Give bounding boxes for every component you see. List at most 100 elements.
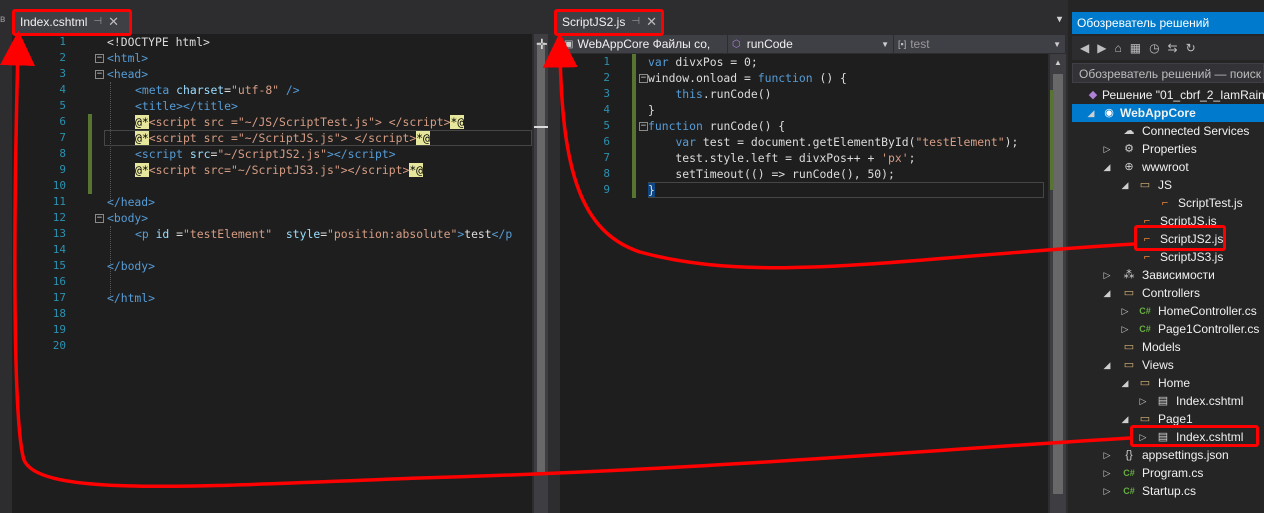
code-line: setTimeout(() => runCode(), 50); bbox=[648, 167, 895, 181]
expand-toggle-icon[interactable]: ◢ bbox=[1120, 176, 1130, 194]
tree-item-homecontroller[interactable]: ▷ C# HomeController.cs bbox=[1072, 302, 1264, 320]
chevron-down-icon: ▼ bbox=[1053, 39, 1061, 49]
expand-toggle-icon[interactable]: ◢ bbox=[1120, 410, 1130, 428]
tree-item-wwwroot[interactable]: ◢ ⊕ wwwroot bbox=[1072, 158, 1264, 176]
folder-icon: ▭ bbox=[1123, 287, 1135, 299]
tree-item-page1controller[interactable]: ▷ C# Page1Controller.cs bbox=[1072, 320, 1264, 338]
history-icon[interactable]: ◷ bbox=[1149, 41, 1159, 55]
right-scrollbar[interactable]: ▲ bbox=[1050, 54, 1066, 513]
tree-item-solution[interactable]: ◆ Решение "01_cbrf_2_IamRain_ bbox=[1072, 86, 1264, 104]
csharp-file-icon: C# bbox=[1123, 468, 1135, 478]
method-dropdown-label: runCode bbox=[746, 37, 793, 51]
expand-toggle-icon[interactable]: ▷ bbox=[1102, 482, 1112, 500]
solution-search-input[interactable]: Обозреватель решений — поиск bbox=[1072, 63, 1264, 83]
line-number: 5 bbox=[59, 99, 66, 112]
expand-toggle-icon[interactable]: ◢ bbox=[1102, 356, 1112, 374]
tree-item-js-folder[interactable]: ◢ ▭ JS bbox=[1072, 176, 1264, 194]
expand-toggle-icon[interactable]: ◢ bbox=[1086, 104, 1096, 122]
code-line: var test = document.getElementById("test… bbox=[675, 135, 1019, 149]
tree-item-label: Home bbox=[1158, 376, 1191, 390]
expand-toggle-icon[interactable]: ▷ bbox=[1102, 464, 1112, 482]
tree-item-startup[interactable]: ▷ C# Startup.cs bbox=[1072, 482, 1264, 500]
fold-toggle-icon[interactable]: − bbox=[639, 74, 648, 83]
split-add-icon[interactable]: ✛ bbox=[536, 36, 548, 53]
left-tab-stub: в bbox=[0, 10, 12, 33]
expand-toggle-icon[interactable]: ▷ bbox=[1138, 392, 1148, 410]
left-code-editor[interactable]: 1 2 3 4 5 6 7 8 9 10 11 12 13 14 15 16 1… bbox=[12, 34, 532, 513]
scrollbar-thumb[interactable] bbox=[537, 42, 545, 472]
line-number: 3 bbox=[59, 67, 66, 80]
code-line: <title></title> bbox=[135, 99, 238, 113]
project-dropdown[interactable]: ▣ WebAppCore Файлы со, bbox=[560, 35, 728, 53]
line-number: 6 bbox=[603, 135, 610, 148]
back-icon[interactable]: ◀ bbox=[1080, 41, 1089, 55]
line-number: 7 bbox=[603, 151, 610, 164]
folder-icon: ▭ bbox=[1123, 359, 1135, 371]
tree-item-home-index[interactable]: ▷ ▤ Index.cshtml bbox=[1072, 392, 1264, 410]
js-file-icon: ⌐ bbox=[1161, 197, 1169, 209]
right-code-editor[interactable]: 1 2 3 4 5 6 7 8 9 − − var divxPos = 0; w… bbox=[560, 54, 1048, 513]
fold-toggle-icon[interactable]: − bbox=[95, 54, 104, 63]
tree-item-appsettings[interactable]: ▷ {} appsettings.json bbox=[1072, 446, 1264, 464]
expand-toggle-icon[interactable]: ◢ bbox=[1102, 158, 1112, 176]
code-line: <html> bbox=[107, 51, 149, 65]
tree-item-properties[interactable]: ▷ ⚙ Properties bbox=[1072, 140, 1264, 158]
expand-toggle-icon[interactable]: ◢ bbox=[1120, 374, 1130, 392]
code-line: <script src="~/ScriptJS2.js"></script> bbox=[135, 147, 396, 161]
code-line: </head> bbox=[107, 195, 156, 209]
tree-item-dependencies[interactable]: ▷ ⁂ Зависимости bbox=[1072, 266, 1264, 284]
tree-item-views[interactable]: ◢ ▭ Views bbox=[1072, 356, 1264, 374]
member-dropdown[interactable]: [▪] test ▼ bbox=[894, 35, 1066, 53]
fold-toggle-icon[interactable]: − bbox=[95, 214, 104, 223]
scroll-up-icon[interactable]: ▲ bbox=[1054, 58, 1062, 67]
line-number: 10 bbox=[52, 179, 66, 192]
left-line-numbers: 1 2 3 4 5 6 7 8 9 10 11 12 13 14 15 16 1… bbox=[12, 34, 70, 354]
folder-icon: ▭ bbox=[1123, 341, 1135, 353]
folder-icon: ▭ bbox=[1139, 179, 1151, 191]
field-icon: [▪] bbox=[898, 39, 907, 49]
expand-toggle-icon[interactable]: ▷ bbox=[1102, 140, 1112, 158]
code-line: <body> bbox=[107, 211, 149, 225]
tree-item-program[interactable]: ▷ C# Program.cs bbox=[1072, 464, 1264, 482]
line-number: 1 bbox=[603, 55, 610, 68]
expand-toggle-icon[interactable]: ▷ bbox=[1102, 446, 1112, 464]
tree-item-project[interactable]: ◢ ◉ WebAppCore bbox=[1072, 104, 1264, 122]
code-line: </body> bbox=[107, 259, 156, 273]
home-icon[interactable]: ⌂ bbox=[1114, 41, 1121, 55]
project-dropdown-label: WebAppCore Файлы со, bbox=[577, 37, 711, 51]
line-number: 13 bbox=[52, 227, 66, 240]
code-line: <meta charset="utf-8" /> bbox=[135, 83, 300, 97]
navigation-bar: ▣ WebAppCore Файлы со, ⬡ runCode ▼ [▪] t… bbox=[560, 35, 1066, 53]
window-dropdown-icon[interactable]: ▼ bbox=[1055, 14, 1064, 24]
switch-views-icon[interactable]: ▦ bbox=[1130, 41, 1141, 55]
tree-item-models[interactable]: ▭ Models bbox=[1072, 338, 1264, 356]
tree-item-connected-services[interactable]: ☁ Connected Services bbox=[1072, 122, 1264, 140]
scroll-change-marker bbox=[1050, 90, 1054, 190]
forward-icon[interactable]: ▶ bbox=[1097, 41, 1106, 55]
expand-toggle-icon[interactable]: ◢ bbox=[1102, 284, 1112, 302]
line-number: 12 bbox=[52, 211, 66, 224]
sync-icon[interactable]: ⇆ bbox=[1168, 41, 1178, 55]
tree-item-home-folder[interactable]: ◢ ▭ Home bbox=[1072, 374, 1264, 392]
code-line: window.onload = function () { bbox=[648, 71, 847, 85]
expand-toggle-icon[interactable]: ▷ bbox=[1120, 302, 1130, 320]
left-scrollbar[interactable] bbox=[534, 34, 548, 513]
line-number: 3 bbox=[603, 87, 610, 100]
expand-toggle-icon[interactable]: ▷ bbox=[1120, 320, 1130, 338]
fold-toggle-icon[interactable]: − bbox=[95, 70, 104, 79]
expand-toggle-icon[interactable]: ▷ bbox=[1102, 266, 1112, 284]
annotation-box-index-cshtml bbox=[1130, 425, 1259, 447]
line-number: 9 bbox=[59, 163, 66, 176]
refresh-icon[interactable]: ↻ bbox=[1186, 41, 1196, 55]
fold-toggle-icon[interactable]: − bbox=[639, 122, 648, 131]
line-number: 19 bbox=[52, 323, 66, 336]
scrollbar-thumb[interactable] bbox=[1053, 74, 1063, 494]
line-number: 16 bbox=[52, 275, 66, 288]
tree-item-label: Page1Controller.cs bbox=[1158, 322, 1260, 336]
tree-item-scripttest[interactable]: ⌐ ScriptTest.js bbox=[1072, 194, 1264, 212]
code-line: @*<script src ="~/ScriptJS.js"> </script… bbox=[135, 131, 430, 145]
method-dropdown[interactable]: ⬡ runCode ▼ bbox=[728, 35, 894, 53]
change-marker bbox=[88, 114, 92, 194]
tree-item-label: wwwroot bbox=[1142, 160, 1189, 174]
tree-item-controllers[interactable]: ◢ ▭ Controllers bbox=[1072, 284, 1264, 302]
